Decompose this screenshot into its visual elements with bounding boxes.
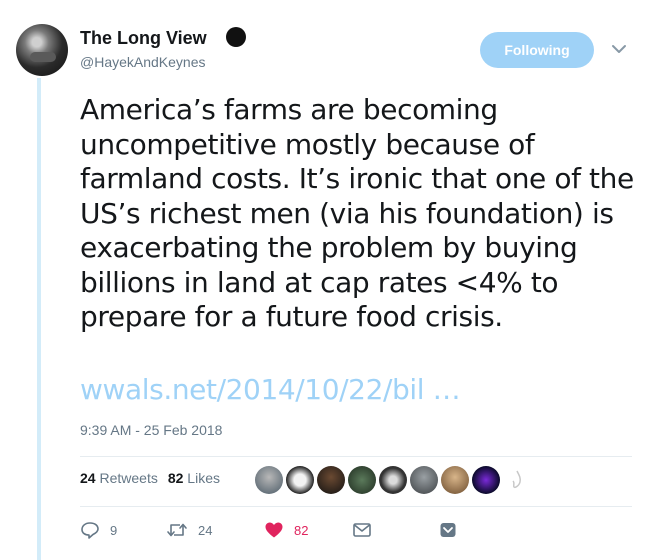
timestamp[interactable]: 9:39 AM - 25 Feb 2018 bbox=[80, 422, 222, 438]
liker-avatar[interactable] bbox=[441, 466, 469, 494]
liker-avatars bbox=[255, 466, 531, 494]
engagement-stats: 24 Retweets 82 Likes bbox=[80, 470, 220, 486]
reply-action[interactable]: 9 bbox=[80, 520, 166, 540]
heart-icon bbox=[265, 522, 283, 538]
likes-count: 82 bbox=[167, 470, 184, 486]
liker-avatar[interactable] bbox=[379, 466, 407, 494]
following-button[interactable]: Following bbox=[480, 32, 594, 68]
reply-count: 9 bbox=[110, 522, 118, 538]
like-count: 82 bbox=[294, 522, 309, 538]
liker-avatar[interactable] bbox=[503, 466, 531, 494]
liker-avatar[interactable] bbox=[255, 466, 283, 494]
avatar[interactable] bbox=[16, 24, 68, 76]
badge-icon bbox=[226, 27, 246, 47]
bookmark-action[interactable] bbox=[438, 520, 458, 540]
retweet-icon bbox=[167, 523, 187, 537]
divider bbox=[80, 506, 632, 507]
handle[interactable]: @HayekAndKeynes bbox=[80, 54, 206, 70]
likes-stat[interactable]: 82 Likes bbox=[168, 470, 220, 486]
retweets-label: Retweets bbox=[99, 470, 158, 486]
like-action[interactable]: 82 bbox=[264, 520, 352, 540]
liker-avatar[interactable] bbox=[286, 466, 314, 494]
liker-avatar[interactable] bbox=[348, 466, 376, 494]
retweets-count: 24 bbox=[80, 470, 96, 486]
reply-icon bbox=[81, 522, 99, 539]
likes-label: Likes bbox=[187, 470, 220, 486]
liker-avatar[interactable] bbox=[472, 466, 500, 494]
thread-line bbox=[37, 78, 41, 560]
tweet-link[interactable]: wwals.net/2014/10/22/bil … bbox=[80, 373, 461, 406]
liker-avatar[interactable] bbox=[317, 466, 345, 494]
chevron-down-icon[interactable] bbox=[610, 40, 628, 58]
divider bbox=[80, 456, 632, 457]
liker-avatar[interactable] bbox=[410, 466, 438, 494]
message-icon bbox=[353, 523, 371, 537]
retweet-count: 24 bbox=[198, 522, 213, 538]
display-name[interactable]: The Long View bbox=[80, 28, 207, 49]
bookmark-icon bbox=[440, 523, 456, 537]
message-action[interactable] bbox=[352, 521, 438, 539]
retweets-stat[interactable]: 24 Retweets bbox=[80, 470, 158, 486]
tweet-text: America’s farms are becoming uncompetiti… bbox=[80, 93, 634, 333]
retweet-action[interactable]: 24 bbox=[166, 520, 264, 540]
tweet-actions: 9 24 82 bbox=[80, 520, 458, 540]
